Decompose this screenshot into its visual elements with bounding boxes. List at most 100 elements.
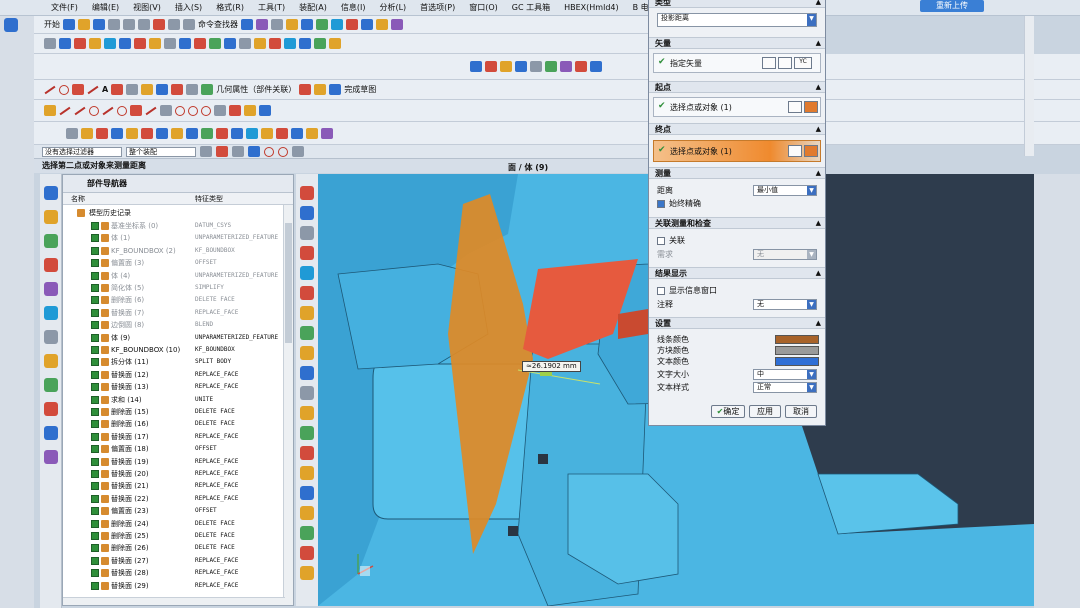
dimension-icon[interactable]: [201, 105, 211, 116]
menu-item[interactable]: 编辑(E): [85, 2, 126, 13]
new-icon[interactable]: [63, 19, 75, 30]
wrap-icon[interactable]: [321, 127, 333, 139]
text-size-dropdown[interactable]: 中 ▼: [753, 369, 817, 380]
visibility-checkbox[interactable]: [91, 333, 99, 342]
move-face-icon[interactable]: [314, 84, 327, 95]
rotate-icon[interactable]: [300, 246, 314, 260]
cone-icon[interactable]: [134, 38, 146, 49]
assoc-section[interactable]: 关联测量和检查 ▲: [649, 217, 825, 229]
patch-icon[interactable]: [545, 61, 557, 72]
trim-sheet-icon[interactable]: [291, 127, 303, 139]
animate-icon[interactable]: [229, 105, 241, 116]
visibility-checkbox[interactable]: [91, 519, 99, 528]
tree-row[interactable]: 删除面 (26) DELETE FACE: [63, 542, 283, 554]
visibility-checkbox[interactable]: [91, 259, 99, 268]
delete-face-icon[interactable]: [216, 127, 228, 139]
line-icon[interactable]: [44, 85, 56, 94]
tree-row[interactable]: 删除面 (25) DELETE FACE: [63, 530, 283, 542]
distance-dropdown[interactable]: 最小值 ▼: [753, 185, 817, 196]
sketch-line-icon[interactable]: [59, 106, 71, 115]
tree-row[interactable]: 删除面 (6) DELETE FACE: [63, 294, 283, 306]
scale-icon[interactable]: [329, 38, 341, 49]
visibility-checkbox[interactable]: [91, 532, 99, 540]
command-finder[interactable]: 命令查找器: [198, 19, 238, 30]
vector-section[interactable]: 矢量 ▲: [649, 37, 825, 49]
block-icon[interactable]: [59, 38, 71, 49]
visibility-checkbox[interactable]: [91, 556, 99, 565]
tree-row[interactable]: 替换面 (12) REPLACE_FACE: [63, 369, 283, 381]
visibility-checkbox[interactable]: [91, 296, 99, 305]
sweep-icon[interactable]: [104, 38, 116, 49]
rectangle-icon[interactable]: [72, 84, 84, 95]
column-type[interactable]: 特征类型: [195, 194, 223, 204]
delete-icon[interactable]: [153, 19, 165, 30]
hd3d-icon[interactable]: [44, 282, 58, 296]
snap-midpoint-icon[interactable]: [216, 146, 228, 157]
unite-icon[interactable]: [81, 127, 93, 139]
tree-row[interactable]: 删除面 (16) DELETE FACE: [63, 418, 283, 430]
visibility-checkbox[interactable]: [91, 420, 99, 429]
tree-row[interactable]: 替换面 (21) REPLACE_FACE: [63, 480, 283, 492]
tree-row[interactable]: KF_BOUNDBOX (2) KF_BOUNDBOX: [63, 245, 283, 257]
tree-root[interactable]: 模型历史记录: [63, 207, 283, 219]
measure-icon[interactable]: [316, 19, 328, 30]
offset-curve-icon[interactable]: [145, 106, 157, 115]
tree-row[interactable]: KF_BOUNDBOX (10) KF_BOUNDBOX: [63, 344, 283, 356]
reuse-library-icon[interactable]: [44, 258, 58, 272]
render-icon[interactable]: [286, 19, 298, 30]
tree-row[interactable]: 体 (1) UNPARAMETERIZED_FEATURE: [63, 232, 283, 244]
visibility-checkbox[interactable]: [91, 544, 99, 553]
home-icon[interactable]: [4, 18, 18, 32]
fit-icon[interactable]: [300, 186, 314, 200]
visibility-checkbox[interactable]: [91, 432, 99, 441]
intersect-body-icon[interactable]: [111, 127, 123, 139]
roles-icon[interactable]: [44, 402, 58, 416]
visibility-checkbox[interactable]: [91, 482, 99, 491]
wireframe-icon[interactable]: [300, 286, 314, 300]
snap-curve-icon[interactable]: [292, 146, 304, 157]
profile-icon[interactable]: [74, 106, 86, 115]
circle-icon[interactable]: [89, 105, 99, 116]
assembly-navigator-icon[interactable]: [44, 186, 58, 200]
tree-row[interactable]: 替换面 (28) REPLACE_FACE: [63, 567, 283, 579]
paste-icon[interactable]: [138, 19, 150, 30]
arc-icon[interactable]: [59, 84, 69, 95]
menu-item[interactable]: 信息(I): [334, 2, 373, 13]
fillet-icon[interactable]: [111, 84, 124, 95]
collapse-icon[interactable]: ▲: [816, 268, 821, 279]
tree-row[interactable]: 替换面 (17) REPLACE_FACE: [63, 431, 283, 443]
system-materials-icon[interactable]: [44, 354, 58, 368]
sphere-icon[interactable]: [149, 38, 161, 49]
cancel-button[interactable]: 取消: [785, 405, 817, 418]
extend-sheet-icon[interactable]: [306, 127, 318, 139]
menu-item[interactable]: 首选项(P): [413, 2, 462, 13]
collapse-icon[interactable]: ▲: [816, 0, 821, 8]
emboss-icon[interactable]: [126, 127, 138, 139]
revolve-icon[interactable]: [89, 38, 101, 49]
restore-icon[interactable]: [300, 486, 314, 500]
finish-sketch-icon[interactable]: [44, 105, 56, 116]
assembly-icon[interactable]: [301, 19, 313, 30]
tree-row[interactable]: 替换面 (13) REPLACE_FACE: [63, 381, 283, 393]
toolbar-scrollbar[interactable]: [1024, 16, 1034, 156]
snap-endpoint-icon[interactable]: [200, 146, 212, 157]
offset-face-icon[interactable]: [231, 127, 243, 139]
end-point-picker[interactable]: ✔ 选择点或对象 (1): [653, 140, 821, 162]
result-section[interactable]: 结果显示 ▲: [649, 267, 825, 279]
sync-icon[interactable]: [299, 84, 312, 95]
cut-icon[interactable]: [108, 19, 120, 30]
web-browser-icon[interactable]: [44, 306, 58, 320]
part-navigator-icon[interactable]: [44, 234, 58, 248]
visibility-checkbox[interactable]: [91, 494, 99, 503]
visibility-checkbox[interactable]: [91, 358, 99, 367]
measure-view-icon[interactable]: [300, 466, 314, 480]
menu-item[interactable]: 装配(A): [292, 2, 334, 13]
visibility-checkbox[interactable]: [91, 470, 99, 478]
patch-body-icon[interactable]: [276, 127, 288, 139]
camera-icon[interactable]: [300, 566, 314, 580]
draft-icon[interactable]: [299, 38, 311, 49]
visibility-checkbox[interactable]: [91, 246, 99, 255]
menu-item[interactable]: 窗口(O): [462, 2, 505, 13]
start-button[interactable]: 开始: [44, 19, 60, 30]
pad-icon[interactable]: [209, 38, 221, 49]
